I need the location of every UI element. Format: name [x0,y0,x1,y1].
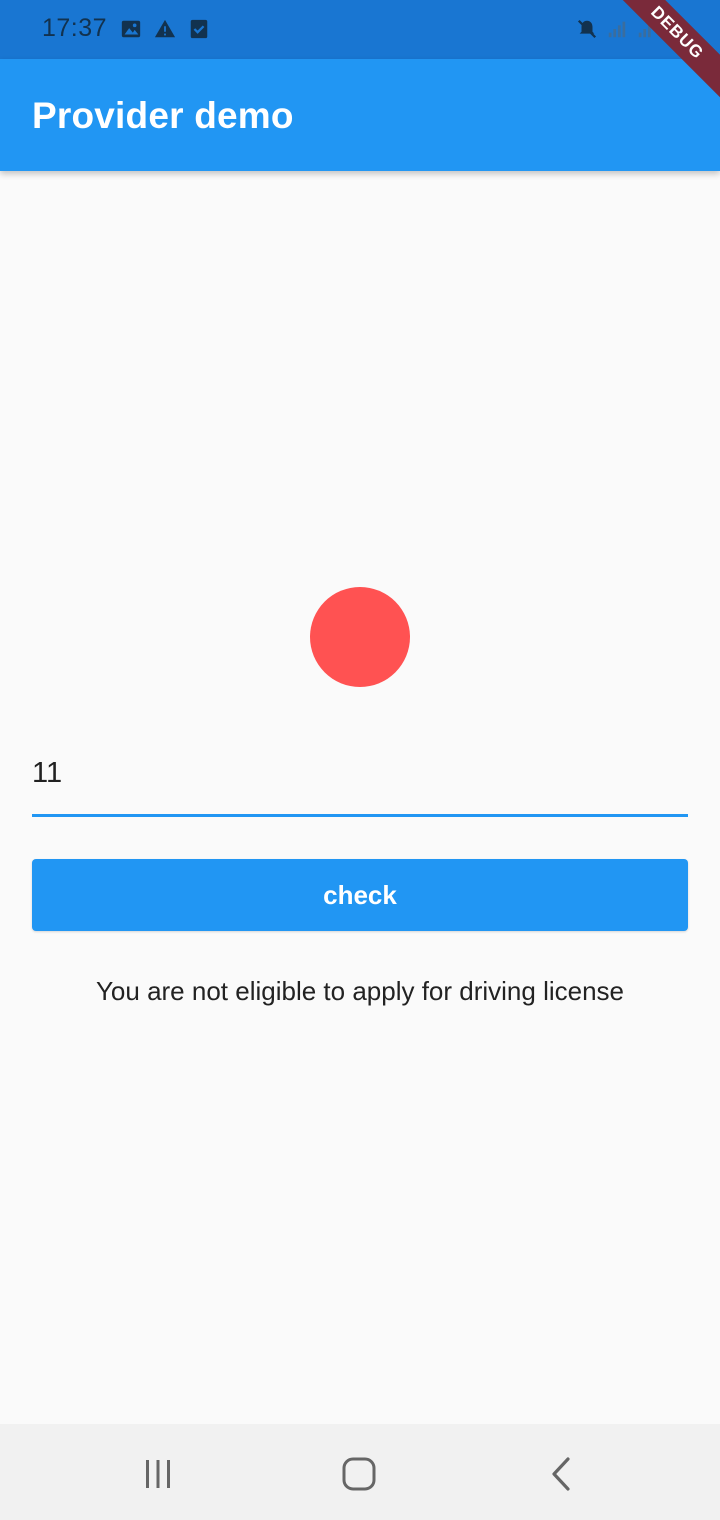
check-button[interactable]: check [32,859,688,931]
navigation-bar [0,1424,720,1520]
warning-icon [154,19,176,38]
screen: 17:37 DEBUG Provider demo 11 check You a… [0,0,720,1520]
recent-apps-icon [146,1460,170,1488]
status-bar: 17:37 [0,0,720,59]
check-box-icon [190,19,208,39]
recent-apps-button[interactable] [138,1454,178,1494]
app-title: Provider demo [32,95,294,136]
status-icons-left [120,18,210,40]
back-button[interactable] [542,1454,582,1494]
result-text: You are not eligible to apply for drivin… [95,976,625,1006]
status-time: 17:37 [42,14,108,42]
status-indicator-circle [310,587,410,687]
home-button[interactable] [339,1454,379,1494]
mute-icon [577,19,597,39]
back-icon [552,1457,570,1491]
signal-icon [608,21,626,38]
home-icon [342,1457,376,1491]
age-input[interactable] [32,745,688,817]
app-bar: Provider demo [0,59,720,171]
image-icon [121,20,141,38]
